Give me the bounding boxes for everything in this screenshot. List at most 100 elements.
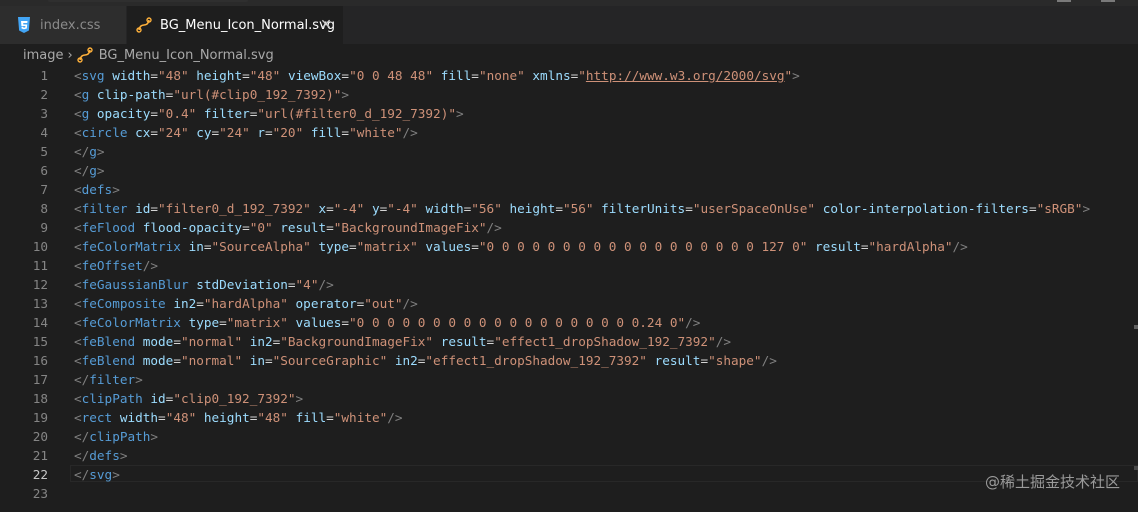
code-line[interactable]: 19 <rect width="48" height="48" fill="whi… [0,408,1138,427]
code-line[interactable]: 3 <g opacity="0.4" filter="url(#filter0_d… [0,104,1138,123]
code-text: <feComposite in2="hardAlpha" operator="o… [74,294,418,313]
code-token: "hardAlpha" [203,296,288,311]
code-token: > [792,68,800,83]
code-text: </svg> [74,465,120,484]
code-line[interactable]: 21 </defs> [0,446,1138,465]
tab-index-css[interactable]: index.css [0,6,127,44]
code-token: = [326,410,334,425]
code-token: feComposite [81,296,166,311]
code-token: = [173,334,181,349]
code-token: x [318,201,327,216]
tab-bg-menu-icon-svg[interactable]: BG_Menu_Icon_Normal.svg ✕ [127,6,343,44]
breadcrumb-file[interactable]: BG_Menu_Icon_Normal.svg [99,48,274,63]
code-token: = [150,125,159,140]
code-line[interactable]: 5 </g> [0,142,1138,161]
code-line[interactable]: 7 <defs> [0,180,1138,199]
code-token: defs [81,182,113,197]
code-token: " [784,68,793,83]
code-text: </g> [74,161,105,180]
code-line[interactable]: 2 <g clip-path="url(#clip0_192_7392)"> [0,85,1138,104]
code-token: < [74,277,82,292]
code-line[interactable]: 8 <filter id="filter0_d_192_7392" x="-4" … [0,199,1138,218]
code-token: "clip0_192_7392" [173,391,296,406]
code-line[interactable]: 23 [0,484,1138,503]
code-line[interactable]: 4 <circle cx="24" cy="24" r="20" fill="wh… [0,123,1138,142]
code-token: "hardAlpha" [868,239,953,254]
code-token: "0 0 0 0 0 0 0 0 0 0 0 0 0 0 0 0 0 0 127… [478,239,808,254]
code-token: in2 [173,296,197,311]
code-line[interactable]: 14 <feColorMatrix type="matrix" values="0… [0,313,1138,332]
code-line[interactable]: 11 <feOffset/> [0,256,1138,275]
code-token: "BackgroundImageFix" [280,334,434,349]
code-line[interactable]: 13 <feComposite in2="hardAlpha" operator=… [0,294,1138,313]
code-token: svg [81,68,105,83]
code-line[interactable]: 10 <feColorMatrix in="SourceAlpha" type="… [0,237,1138,256]
code-token: id [150,391,166,406]
code-token: rect [81,410,113,425]
code-token: clipPath [81,391,143,406]
code-line[interactable]: 17 </filter> [0,370,1138,389]
code-text: </defs> [74,446,127,465]
code-line[interactable]: 20 </clipPath> [0,427,1138,446]
code-text: <circle cx="24" cy="24" r="20" fill="whi… [74,123,418,142]
code-line[interactable]: 1 <svg width="48" height="48" viewBox="0 … [0,66,1138,85]
code-token: < [74,334,82,349]
code-token: "48" [257,410,288,425]
code-token: = [150,106,159,121]
code-line[interactable]: 18 <clipPath id="clip0_192_7392"> [0,389,1138,408]
code-token: > [135,372,143,387]
code-token: http://www.w3.org/2000/svg [585,68,785,83]
code-token: "userSpaceOnUse" [692,201,816,216]
code-token: fill [440,68,472,83]
code-token: "none" [478,68,525,83]
code-token: = [242,220,250,235]
overview-ruler[interactable] [1134,66,1138,512]
code-editor[interactable]: 1 <svg width="48" height="48" viewBox="0 … [0,66,1138,512]
code-token: /> [142,258,159,273]
code-token: = [341,68,350,83]
code-token: filterUnits [601,201,686,216]
line-number: 17 [32,372,48,387]
code-line[interactable]: 22 </svg> [0,465,1138,484]
code-text: <clipPath id="clip0_192_7392"> [74,389,303,408]
breadcrumb-folder[interactable]: image [23,48,64,63]
code-line[interactable]: 9 <feFlood flood-opacity="0" result="Back… [0,218,1138,237]
code-token: "4" [295,277,319,292]
code-token: "56" [562,201,594,216]
code-token: > [96,163,105,178]
code-token: feColorMatrix [81,315,181,330]
code-token: fill [295,410,327,425]
close-icon[interactable]: ✕ [319,18,333,32]
code-line[interactable]: 12 <feGaussianBlur stdDeviation="4"/> [0,275,1138,294]
code-token: clip-path [96,87,166,102]
code-token: = [341,125,350,140]
code-token: clipPath [89,429,151,444]
code-text: <filter id="filter0_d_192_7392" x="-4" y… [74,199,1090,218]
code-token: id [135,201,151,216]
code-line[interactable]: 6 </g> [0,161,1138,180]
window-control-maximize[interactable] [1101,0,1115,2]
code-token: "-4" [333,201,365,216]
line-number: 20 [32,429,48,444]
code-line[interactable]: 16 <feBlend mode="normal" in="SourceGraph… [0,351,1138,370]
code-token: "normal" [180,334,243,349]
code-text: <g opacity="0.4" filter="url(#filter0_d_… [74,104,464,123]
code-line[interactable]: 15 <feBlend mode="normal" in2="Background… [0,332,1138,351]
window-control-minimize[interactable] [1057,0,1071,2]
code-token: "out" [364,296,403,311]
code-token: mode [142,353,174,368]
code-token: "24" [158,125,189,140]
code-token: width [425,201,464,216]
